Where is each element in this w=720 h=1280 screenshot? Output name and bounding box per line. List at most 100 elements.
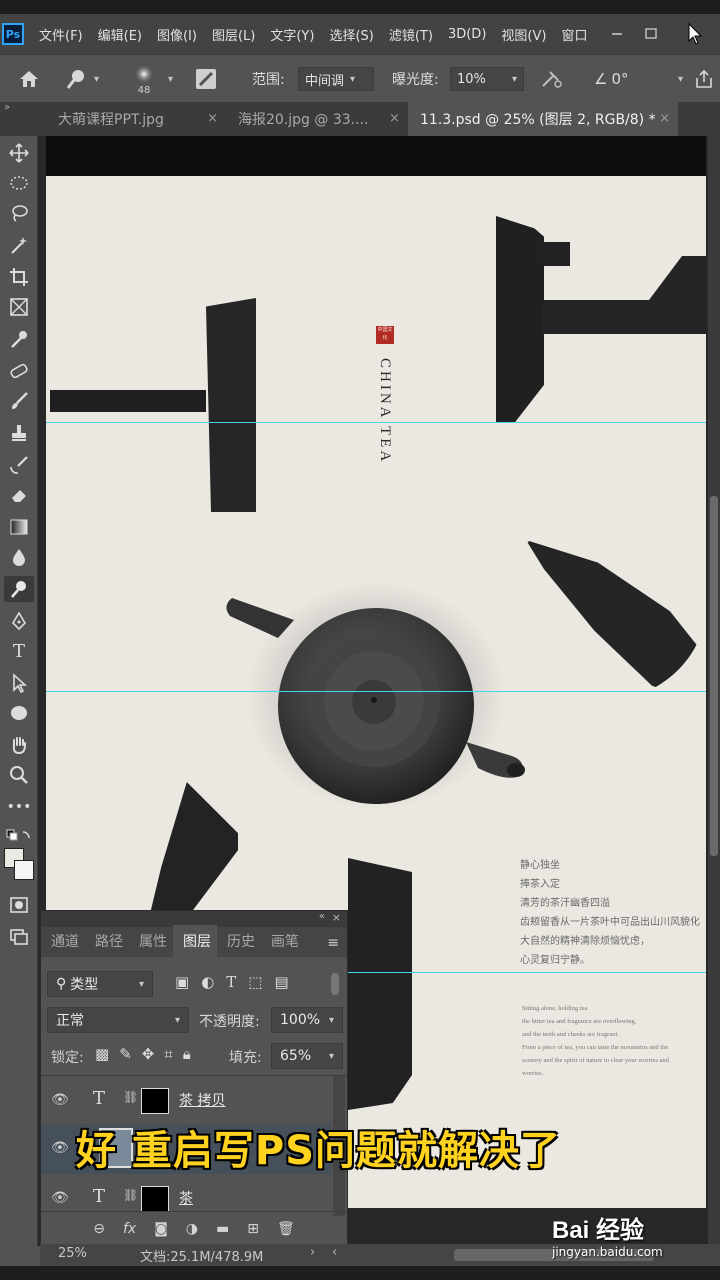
close-icon[interactable]: × [332,911,341,924]
marquee-tool[interactable] [4,170,34,196]
adjustment-filter-icon[interactable]: ◐ [201,973,214,991]
path-selection-tool[interactable] [4,670,34,696]
opacity-input[interactable]: 100% ▾ [271,1007,343,1033]
more-tools[interactable]: ••• [4,794,34,820]
crop-tool[interactable] [4,264,34,290]
link-icon[interactable]: ⛓ [123,1188,138,1202]
close-icon[interactable]: × [659,111,670,126]
home-button[interactable] [18,55,40,103]
menu-edit[interactable]: 编辑(E) [98,25,142,44]
adjustment-layer-icon[interactable]: ◑ [186,1221,198,1237]
layer-filter-select[interactable]: ⚲ 类型 ▾ [47,971,153,997]
exposure-input[interactable]: 10% ▾ [450,67,524,91]
close-icon[interactable]: × [389,111,400,126]
color-swatches[interactable] [4,848,36,882]
blend-mode-select[interactable]: 正常 ▾ [47,1007,189,1033]
menu-layer[interactable]: 图层(L) [212,25,255,44]
menu-3d[interactable]: 3D(D) [448,27,486,42]
blur-tool[interactable] [4,544,34,570]
layer-mask-thumbnail[interactable] [141,1088,169,1114]
lock-transparent-icon[interactable]: ▩ [95,1045,109,1063]
pen-tool[interactable] [4,608,34,634]
angle-chevron[interactable]: ▾ [672,55,683,103]
dodge-tool[interactable] [4,576,34,602]
lock-all-icon[interactable]: 🔒︎ [183,1045,191,1063]
tab-paths[interactable]: 路径 [85,931,129,957]
vertical-scrollbar[interactable] [708,136,720,1246]
tab-properties[interactable]: 属性 [129,931,173,957]
filter-toggle[interactable] [331,973,339,995]
tab-channels[interactable]: 通道 [41,931,85,957]
minimize-button[interactable] [602,14,632,54]
share-button[interactable] [694,55,714,103]
tab-brushes[interactable]: 画笔 [261,931,305,957]
lock-position-icon[interactable]: ✥ [142,1045,155,1063]
eraser-tool[interactable] [4,482,34,508]
status-menu-arrow-icon[interactable]: › [310,1245,315,1260]
image-filter-icon[interactable]: ▣ [175,973,189,991]
collapse-icon[interactable]: « [319,911,325,922]
close-window-button[interactable] [680,14,710,54]
type-tool[interactable]: T [4,638,34,664]
scroll-left-icon[interactable]: ‹ [332,1245,337,1260]
type-filter-icon[interactable]: T [226,973,236,991]
menu-image[interactable]: 图像(I) [157,25,197,44]
move-tool[interactable] [4,140,34,166]
background-color-swatch[interactable] [14,860,34,880]
tab-ppt-jpg[interactable]: 大萌课程PPT.jpg × [46,102,226,136]
tool-preset-picker[interactable]: ▾ [64,55,99,103]
gradient-tool[interactable] [4,514,34,540]
fill-input[interactable]: 65% ▾ [271,1043,343,1069]
tab-psd-active[interactable]: 11.3.psd @ 25% (图层 2, RGB/8) * × [408,102,678,136]
tab-layers[interactable]: 图层 [173,925,217,957]
zoom-tool[interactable] [4,762,34,788]
ellipse-tool[interactable] [4,700,34,726]
brush-tool[interactable] [4,388,34,414]
angle-input[interactable]: ∠ 0° [594,55,629,103]
healing-brush-tool[interactable] [4,358,34,384]
hand-tool[interactable] [4,732,34,758]
lock-paint-icon[interactable]: ✎ [119,1045,132,1063]
zoom-level[interactable]: 25% [58,1246,87,1261]
delete-layer-icon[interactable]: 🗑︎ [277,1221,295,1237]
new-group-icon[interactable]: ▬ [216,1221,229,1237]
brush-size-picker[interactable]: 48 [132,55,156,103]
magic-wand-tool[interactable] [4,232,34,258]
panel-menu-icon[interactable]: ≡ [327,935,347,957]
close-icon[interactable]: × [207,111,218,126]
link-layers-icon[interactable]: ⊖ [93,1221,105,1237]
eyedropper-tool[interactable] [4,326,34,352]
layer-name[interactable]: 茶 [179,1188,193,1208]
brush-settings-button[interactable] [194,55,218,103]
lasso-tool[interactable] [4,200,34,226]
history-brush-tool[interactable] [4,452,34,478]
shape-filter-icon[interactable]: ⬚ [248,973,262,991]
layer-name[interactable]: 茶 拷贝 [179,1090,225,1110]
menu-view[interactable]: 视图(V) [501,25,546,44]
guide-line[interactable] [46,691,706,692]
eye-icon[interactable]: 👁︎ [51,1092,69,1108]
airbrush-toggle[interactable] [540,55,564,103]
quick-mask-button[interactable] [4,892,34,918]
maximize-button[interactable] [636,14,666,54]
new-layer-icon[interactable]: ⊞ [247,1221,259,1237]
swap-colors[interactable] [4,824,34,850]
menu-filter[interactable]: 滤镜(T) [389,25,433,44]
range-select[interactable]: 中间调 ▾ [298,67,374,91]
menu-select[interactable]: 选择(S) [329,25,373,44]
smart-object-filter-icon[interactable]: ▤ [274,973,288,991]
collapse-panel-icon[interactable]: » [4,102,10,113]
eye-icon[interactable]: 👁︎ [51,1190,69,1206]
eye-icon[interactable]: 👁︎ [51,1140,69,1156]
layer-mask-thumbnail[interactable] [141,1186,169,1212]
tab-poster-jpg[interactable]: 海报20.jpg @ 33.... × [226,102,408,136]
fx-icon[interactable]: fx [123,1221,136,1237]
scrollbar-thumb[interactable] [710,496,718,856]
lock-artboard-icon[interactable]: ⌗ [164,1045,172,1063]
link-icon[interactable]: ⛓ [123,1090,138,1104]
add-mask-icon[interactable]: ◙ [154,1221,168,1237]
frame-tool[interactable] [4,294,34,320]
menu-type[interactable]: 文字(Y) [270,25,314,44]
tab-history[interactable]: 历史 [217,931,261,957]
screen-mode-button[interactable] [4,924,34,950]
